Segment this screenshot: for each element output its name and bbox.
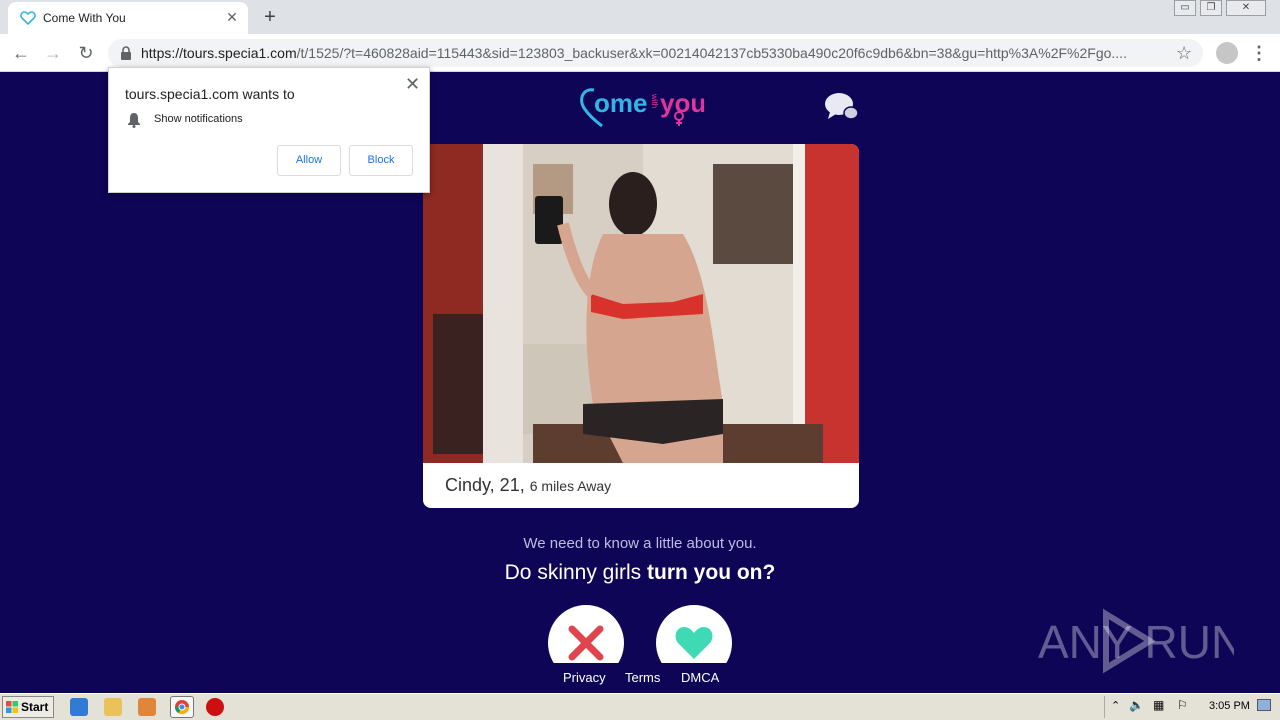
tab-close-icon[interactable]: ✕: [224, 9, 240, 25]
heart-favicon-icon: [20, 11, 36, 26]
taskbar-clock[interactable]: 3:05 PM: [1209, 700, 1250, 712]
media-player-icon[interactable]: [138, 698, 156, 716]
new-tab-button[interactable]: +: [258, 5, 282, 29]
system-tray: ⌃ 🔈 ▦ ⚐: [1104, 696, 1278, 718]
profile-caption: Cindy, 21, 6 miles Away: [445, 475, 611, 496]
chat-bubbles-icon[interactable]: [824, 91, 860, 121]
profile-name-age: Cindy, 21,: [445, 475, 525, 495]
internet-explorer-icon[interactable]: [70, 698, 88, 716]
anyrun-watermark: ANY RUN: [1038, 608, 1234, 674]
tab-title: Come With You: [43, 11, 126, 25]
tab-come-with-you[interactable]: Come With You ✕: [8, 2, 248, 34]
opera-icon[interactable]: [206, 698, 224, 716]
tab-strip: Come With You ✕ + ▭ ❐ ✕: [0, 0, 1280, 34]
tray-expand-icon[interactable]: ⌃: [1111, 699, 1120, 712]
question-strong: turn you on?: [647, 561, 776, 584]
popup-site-text: tours.specia1.com wants to: [125, 86, 295, 102]
lock-icon[interactable]: [120, 46, 132, 60]
question-text: Do skinny girls turn you on?: [0, 561, 1280, 585]
notification-permission-popup: tours.specia1.com wants to ✕ Show notifi…: [108, 67, 430, 193]
address-bar[interactable]: https://tours.specia1.com/t/1525/?t=4608…: [108, 39, 1203, 67]
url-text[interactable]: https://tours.specia1.com/t/1525/?t=4608…: [141, 45, 1161, 61]
block-button[interactable]: Block: [349, 145, 413, 176]
dmca-link[interactable]: DMCA: [681, 670, 719, 685]
windows-taskbar: Start ⌃ 🔈 ▦ ⚐ 3:05 PM: [0, 693, 1280, 720]
close-window-button[interactable]: ✕: [1226, 0, 1266, 16]
logo-text-with: with: [650, 93, 659, 108]
file-explorer-icon[interactable]: [104, 698, 122, 716]
url-path: /t/1525/?t=460828aid=115443&sid=123803_b…: [296, 45, 1127, 61]
restore-button[interactable]: ❐: [1200, 0, 1222, 16]
allow-button[interactable]: Allow: [277, 145, 341, 176]
volume-icon[interactable]: 🔈: [1129, 698, 1144, 712]
x-icon: [568, 625, 604, 661]
profile-avatar-icon[interactable]: [1216, 42, 1238, 64]
profile-distance: 6 miles Away: [529, 478, 612, 494]
back-arrow-icon[interactable]: ←: [9, 41, 33, 65]
chrome-taskbar-button[interactable]: [170, 696, 194, 718]
terms-link[interactable]: Terms: [625, 670, 660, 685]
windows-logo-icon: [6, 701, 18, 713]
window-controls: ▭ ❐ ✕: [1174, 0, 1266, 16]
action-center-flag-icon[interactable]: ⚐: [1177, 698, 1188, 712]
profile-card[interactable]: Cindy, 21, 6 miles Away: [423, 144, 859, 508]
show-desktop-icon[interactable]: [1257, 699, 1271, 711]
chrome-icon: [175, 700, 189, 714]
bookmark-star-icon[interactable]: ☆: [1176, 43, 1192, 64]
minimize-button[interactable]: ▭: [1174, 0, 1196, 16]
forward-arrow-icon[interactable]: →: [41, 41, 65, 65]
start-label: Start: [21, 700, 49, 714]
heart-icon: [675, 627, 713, 659]
network-icon[interactable]: ▦: [1153, 698, 1164, 712]
profile-photo: [423, 144, 859, 463]
come-with-you-logo: ome with you: [578, 84, 706, 128]
reload-icon[interactable]: ↻: [74, 41, 98, 65]
browser-menu-icon[interactable]: ⋮: [1250, 41, 1268, 65]
privacy-link[interactable]: Privacy: [563, 670, 606, 685]
url-host: https://tours.specia1.com: [141, 45, 297, 61]
watermark-text: ANY RUN: [1038, 616, 1234, 668]
intro-text: We need to know a little about you.: [523, 535, 757, 552]
start-button[interactable]: Start: [2, 696, 54, 718]
logo-text-come: ome: [594, 88, 647, 118]
popup-close-icon[interactable]: ✕: [405, 74, 420, 95]
popup-permission-text: Show notifications: [154, 113, 243, 125]
bell-icon: [128, 113, 140, 128]
question-start: Do skinny girls: [504, 561, 648, 584]
